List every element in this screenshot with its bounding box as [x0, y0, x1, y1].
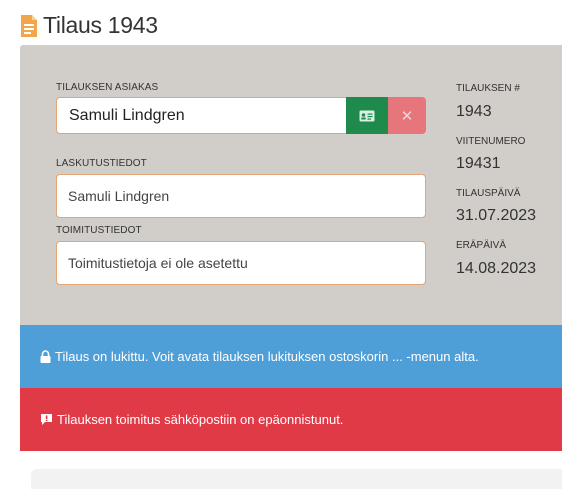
document-icon	[20, 14, 38, 38]
email-failed-alert: Tilauksen toimitus sähköpostiin on epäon…	[20, 388, 562, 451]
id-card-icon	[359, 110, 375, 121]
lock-icon	[40, 350, 51, 363]
reference-label: VIITENUMERO	[456, 136, 526, 147]
close-icon: ✕	[400, 107, 414, 125]
delivery-label: TOIMITUSTIEDOT	[56, 225, 142, 236]
page-title: Tilaus 1943	[43, 12, 158, 38]
order-date: 31.07.2023	[456, 207, 537, 224]
reference-number: 19431	[456, 155, 501, 172]
page-header: Tilaus 1943	[20, 12, 158, 39]
locked-alert: Tilaus on lukittu. Voit avata tilauksen …	[20, 325, 562, 388]
customer-field[interactable]: Samuli Lindgren	[56, 97, 346, 134]
next-section-card	[31, 469, 562, 489]
due-date-label: ERÄPÄIVÄ	[456, 240, 507, 251]
clear-customer-button[interactable]: ✕	[388, 97, 426, 134]
order-number: 1943	[456, 103, 492, 120]
order-number-label: TILAUKSEN #	[456, 83, 520, 94]
due-date: 14.08.2023	[456, 260, 537, 277]
order-date-label: TILAUSPÄIVÄ	[456, 188, 521, 199]
delivery-field[interactable]: Toimitustietoja ei ole asetettu	[56, 241, 426, 285]
email-failed-alert-text: Tilauksen toimitus sähköpostiin on epäon…	[57, 412, 344, 427]
select-customer-button[interactable]	[346, 97, 388, 134]
locked-alert-text: Tilaus on lukittu. Voit avata tilauksen …	[55, 349, 479, 364]
billing-label: LASKUTUSTIEDOT	[56, 158, 147, 169]
billing-field[interactable]: Samuli Lindgren	[56, 174, 426, 218]
customer-label: TILAUKSEN ASIAKAS	[56, 82, 159, 93]
order-details-panel: TILAUKSEN ASIAKAS Samuli Lindgren ✕ LASK…	[20, 45, 562, 325]
exclamation-comment-icon	[40, 413, 53, 426]
